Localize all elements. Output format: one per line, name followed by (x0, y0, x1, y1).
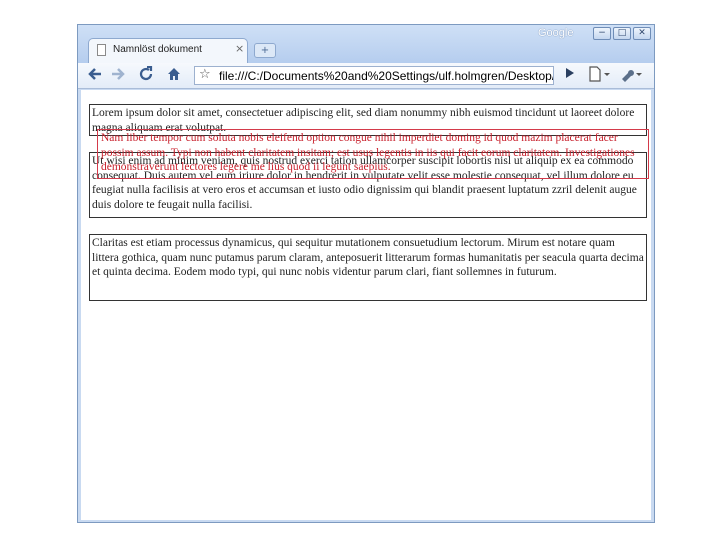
back-button[interactable] (85, 66, 105, 84)
go-button[interactable] (560, 66, 580, 84)
minimize-button[interactable]: − (593, 27, 611, 40)
brand-label: Google (538, 27, 574, 39)
tab-active[interactable]: Namnlöst dokument × (88, 38, 248, 63)
home-button[interactable] (164, 66, 184, 84)
page-icon (97, 44, 106, 56)
forward-button[interactable] (108, 66, 128, 84)
toolbar: ☆ file:///C:/Documents%20and%20Settings/… (78, 63, 654, 89)
wrench-icon (622, 70, 642, 82)
page-icon (589, 66, 610, 82)
page-content: Lorem ipsum dolor sit amet, consectetuer… (81, 90, 651, 520)
paragraph-box-3: Claritas est etiam processus dynamicus, … (89, 234, 647, 301)
tools-menu-button[interactable] (618, 66, 644, 84)
arrow-left-icon (88, 68, 101, 80)
tab-title: Namnlöst dokument (113, 44, 202, 55)
star-icon[interactable]: ☆ (199, 67, 211, 82)
arrow-right-icon (112, 68, 125, 80)
reload-button[interactable] (136, 65, 156, 84)
play-icon (566, 68, 574, 78)
browser-window: Namnlöst dokument × + Google − □ ✕ ☆ fil… (77, 24, 655, 523)
close-window-button[interactable]: ✕ (633, 27, 651, 40)
close-tab-icon[interactable]: × (235, 42, 244, 55)
overlay-red-box: Nam liber tempor cum soluta nobis eleife… (97, 129, 649, 179)
address-bar[interactable]: ☆ file:///C:/Documents%20and%20Settings/… (194, 66, 554, 85)
page-menu-button[interactable] (586, 66, 612, 84)
reload-icon (139, 65, 153, 81)
new-tab-button[interactable]: + (254, 43, 276, 58)
maximize-button[interactable]: □ (613, 27, 631, 40)
title-bar: Namnlöst dokument × + Google − □ ✕ (78, 25, 654, 63)
home-icon (168, 68, 180, 80)
url-text: file:///C:/Documents%20and%20Settings/ul… (219, 69, 554, 83)
